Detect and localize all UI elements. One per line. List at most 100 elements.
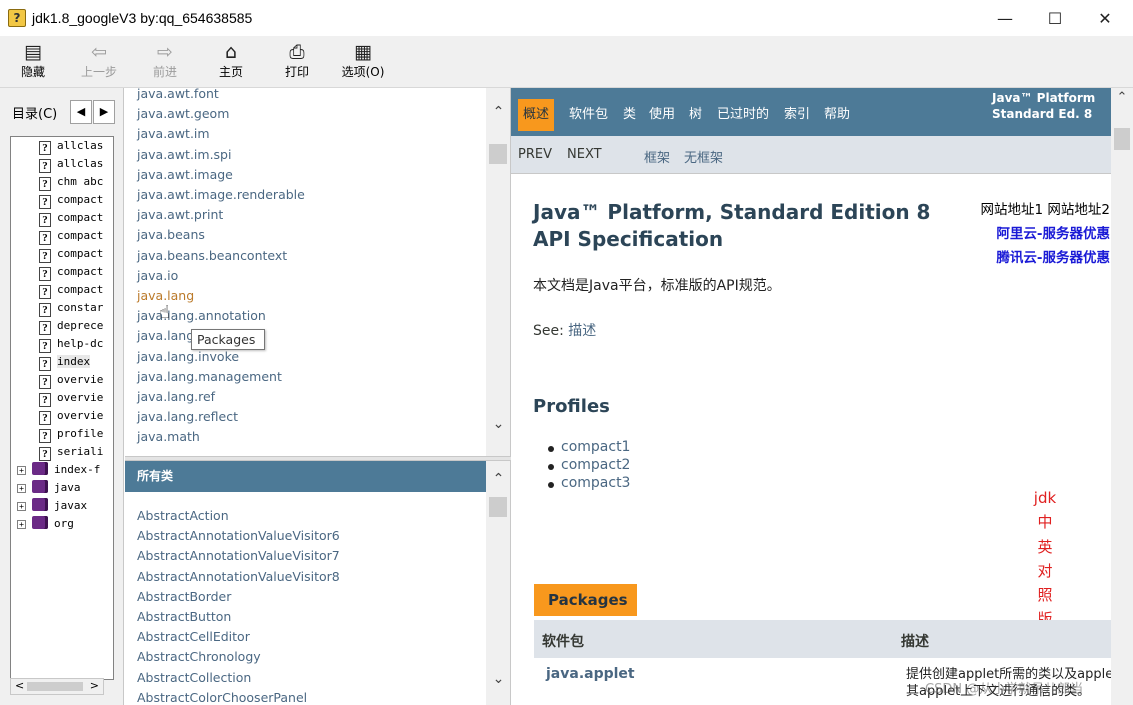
- package-link[interactable]: java.awt.font: [137, 88, 219, 101]
- scroll-down-icon[interactable]: ⌄: [486, 416, 510, 436]
- package-link[interactable]: java.beans.beancontext: [137, 248, 287, 263]
- package-link[interactable]: java.lang.invoke: [137, 349, 239, 364]
- scroll-right-icon[interactable]: >: [90, 679, 99, 692]
- classes-scrollbar[interactable]: ⌃ ⌄: [486, 461, 510, 705]
- package-link[interactable]: java.math: [137, 429, 200, 444]
- toc-item[interactable]: ? overvie: [11, 407, 113, 425]
- profile-link[interactable]: compact2: [547, 457, 630, 473]
- scroll-up-icon[interactable]: ⌃: [486, 471, 510, 491]
- toc-item[interactable]: ? compact: [11, 281, 113, 299]
- nav-item[interactable]: 类: [623, 100, 636, 130]
- toc-item[interactable]: ? chm abc: [11, 173, 113, 191]
- packages-scrollbar[interactable]: ⌃ ⌄: [486, 88, 510, 456]
- maximize-button[interactable]: ☐: [1030, 0, 1080, 36]
- scroll-thumb[interactable]: [489, 144, 507, 164]
- package-link[interactable]: java.awt.geom: [137, 106, 229, 121]
- site-address-links[interactable]: 网站地址1 网站地址2: [981, 198, 1110, 222]
- print-button[interactable]: ⎙ 打印: [267, 40, 327, 84]
- toc-book-item[interactable]: + index-f: [11, 461, 113, 479]
- toc-item[interactable]: ? compact: [11, 191, 113, 209]
- nav-item[interactable]: 索引: [784, 100, 810, 130]
- toc-book-item[interactable]: + javax: [11, 497, 113, 515]
- class-link[interactable]: AbstractButton: [137, 609, 231, 624]
- class-link[interactable]: AbstractCellEditor: [137, 629, 250, 644]
- toc-book-item[interactable]: + org: [11, 515, 113, 533]
- expand-icon[interactable]: +: [17, 466, 26, 475]
- package-link[interactable]: java.lang.annotation: [137, 308, 266, 323]
- expand-icon[interactable]: +: [17, 484, 26, 493]
- see-description-link[interactable]: 描述: [568, 323, 596, 339]
- hide-button[interactable]: ▤ 隐藏: [3, 40, 63, 84]
- class-link[interactable]: AbstractChronology: [137, 649, 261, 664]
- nav-item[interactable]: 已过时的: [717, 100, 769, 130]
- toc-item[interactable]: ? allclas: [11, 155, 113, 173]
- toc-item[interactable]: ? allclas: [11, 137, 113, 155]
- expand-icon[interactable]: +: [17, 502, 26, 511]
- options-button[interactable]: ▦ 选项(O): [333, 40, 393, 84]
- back-button[interactable]: ⇦ 上一步: [69, 40, 129, 84]
- toc-item[interactable]: ? compact: [11, 245, 113, 263]
- nav-item[interactable]: 概述: [518, 99, 555, 131]
- tencent-link[interactable]: 腾讯云-服务器优惠: [981, 246, 1110, 270]
- scroll-thumb[interactable]: [27, 682, 83, 691]
- toc-item[interactable]: ? compact: [11, 263, 113, 281]
- package-link[interactable]: java.beans: [137, 227, 205, 242]
- scroll-up-icon[interactable]: ⌃: [486, 104, 510, 124]
- nav-item[interactable]: 使用: [649, 100, 675, 130]
- close-button[interactable]: ✕: [1080, 0, 1130, 36]
- profile-link[interactable]: compact1: [547, 439, 630, 455]
- class-link[interactable]: AbstractAnnotationValueVisitor7: [137, 548, 340, 563]
- toc-tab[interactable]: 目录(C): [12, 103, 57, 122]
- scroll-down-icon[interactable]: ⌄: [486, 671, 510, 691]
- scroll-left-icon[interactable]: <: [15, 679, 24, 692]
- class-link[interactable]: AbstractColorChooserPanel: [137, 690, 307, 705]
- prev-link[interactable]: PREV: [518, 147, 552, 162]
- package-link[interactable]: java.lang: [137, 288, 194, 303]
- toc-item[interactable]: ? seriali: [11, 443, 113, 461]
- package-link[interactable]: java.lang.reflect: [137, 409, 238, 424]
- toc-item[interactable]: ? help-dc: [11, 335, 113, 353]
- frames-link[interactable]: 框架: [644, 147, 670, 166]
- tab-scroll-right-button[interactable]: ▶: [93, 100, 115, 124]
- toc-item[interactable]: ? deprece: [11, 317, 113, 335]
- nav-item[interactable]: 帮助: [824, 100, 850, 130]
- scroll-thumb[interactable]: [1114, 128, 1130, 150]
- toc-item[interactable]: ? compact: [11, 227, 113, 245]
- package-link[interactable]: java.awt.im: [137, 126, 210, 141]
- toc-item[interactable]: ? constar: [11, 299, 113, 317]
- aliyun-link[interactable]: 阿里云-服务器优惠: [981, 222, 1110, 246]
- home-button[interactable]: ⌂ 主页: [201, 40, 261, 84]
- content-scrollbar[interactable]: ⌃: [1111, 88, 1133, 705]
- class-link[interactable]: AbstractAnnotationValueVisitor8: [137, 569, 340, 584]
- toc-item[interactable]: ? overvie: [11, 389, 113, 407]
- package-link[interactable]: java.awt.im.spi: [137, 147, 231, 162]
- class-link[interactable]: AbstractAnnotationValueVisitor6: [137, 528, 340, 543]
- toc-book-item[interactable]: + java: [11, 479, 113, 497]
- profile-link[interactable]: compact3: [547, 475, 630, 491]
- no-frames-link[interactable]: 无框架: [684, 147, 723, 166]
- next-link[interactable]: NEXT: [567, 147, 602, 162]
- package-link[interactable]: java.applet: [546, 666, 635, 682]
- class-link[interactable]: AbstractCollection: [137, 670, 251, 685]
- forward-button[interactable]: ⇨ 前进: [135, 40, 195, 84]
- package-link[interactable]: java.lang.ref: [137, 389, 215, 404]
- toc-item[interactable]: ? index: [11, 353, 113, 371]
- minimize-button[interactable]: —: [980, 0, 1030, 36]
- toc-item[interactable]: ? profile: [11, 425, 113, 443]
- toc-horizontal-scrollbar[interactable]: < >: [10, 678, 104, 695]
- package-link[interactable]: java.awt.image: [137, 167, 233, 182]
- class-link[interactable]: AbstractAction: [137, 508, 229, 523]
- package-link[interactable]: java.awt.print: [137, 207, 223, 222]
- nav-item[interactable]: 树: [689, 100, 702, 130]
- package-link[interactable]: java.lang: [137, 328, 194, 343]
- package-link[interactable]: java.io: [137, 268, 178, 283]
- scroll-up-icon[interactable]: ⌃: [1111, 90, 1133, 105]
- class-link[interactable]: AbstractBorder: [137, 589, 231, 604]
- package-link[interactable]: java.lang.management: [137, 369, 282, 384]
- scroll-thumb[interactable]: [489, 497, 507, 517]
- package-link[interactable]: java.awt.image.renderable: [137, 187, 305, 202]
- nav-item[interactable]: 软件包: [569, 100, 608, 130]
- toc-item[interactable]: ? overvie: [11, 371, 113, 389]
- tab-scroll-left-button[interactable]: ◀: [70, 100, 92, 124]
- expand-icon[interactable]: +: [17, 520, 26, 529]
